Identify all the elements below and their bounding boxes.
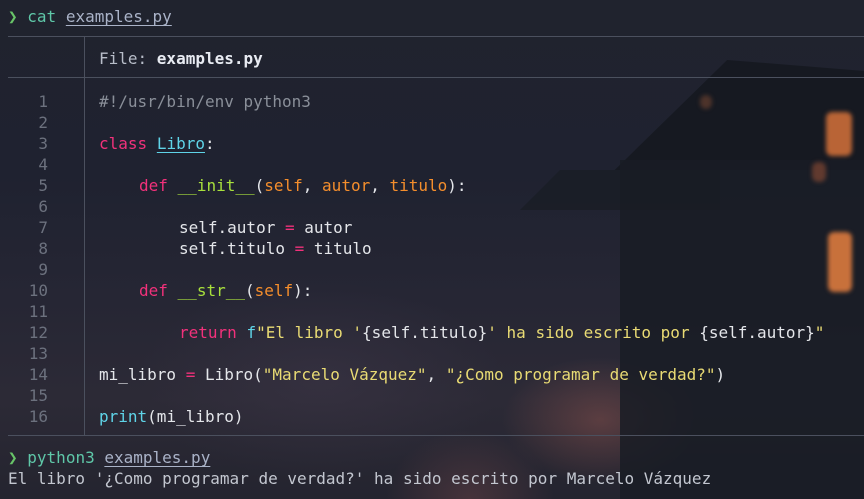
- parameter-token: self: [254, 281, 294, 300]
- code-text: titulo: [304, 239, 372, 258]
- fstring-expression-token: {self.titulo}: [362, 323, 488, 342]
- line-number: 6: [38, 197, 48, 216]
- operator-token: =: [185, 365, 196, 384]
- code-line-shebang: #!/usr/bin/env python3: [99, 91, 311, 112]
- punctuation-token: (: [244, 281, 255, 300]
- code-line-instance: mi_libro = Libro("Marcelo Vázquez", "¿Co…: [99, 364, 725, 385]
- string-token: "¿Como programar de verdad?": [445, 365, 716, 384]
- frame-bottom-border: [8, 435, 864, 436]
- gutter-separator: [84, 36, 85, 78]
- line-number: 5: [38, 176, 48, 195]
- punctuation-token: ):: [447, 176, 467, 195]
- line-number: 12: [28, 323, 48, 342]
- frame-top-border: [8, 36, 864, 37]
- line-number: 14: [28, 365, 48, 384]
- line-number: 7: [38, 218, 48, 237]
- string-token: ": [814, 323, 825, 342]
- string-token: ' ha sido escrito por: [487, 323, 700, 342]
- frame-header-border: [8, 77, 864, 78]
- code-text: self.autor: [179, 218, 285, 237]
- line-number: 3: [38, 134, 48, 153]
- comment-token: #!/usr/bin/env python3: [99, 92, 311, 111]
- line-number: 2: [38, 113, 48, 132]
- string-token: "El libro ': [256, 323, 363, 342]
- command-file-argument[interactable]: examples.py: [104, 448, 210, 467]
- line-number: 1: [38, 92, 48, 111]
- parameter-token: self: [264, 176, 303, 195]
- punctuation-token: ,: [426, 365, 446, 384]
- punctuation-token: ,: [370, 176, 390, 195]
- code-line-def-str: def __str__(self):: [139, 280, 312, 301]
- gutter-separator: [84, 78, 85, 435]
- keyword-token: class: [99, 134, 148, 153]
- code-line-return: return f"El libro '{self.titulo}' ha sid…: [179, 322, 824, 343]
- fstring-expression-token: {self.autor}: [699, 323, 815, 342]
- punctuation-token: ,: [302, 176, 323, 195]
- prompt-arrow-icon: ❯: [8, 7, 18, 26]
- function-name-token: __init__: [177, 176, 255, 195]
- terminal-window[interactable]: ❯ cat examples.py File: examples.py 1 2 …: [0, 0, 864, 499]
- command-file-argument[interactable]: examples.py: [66, 7, 172, 26]
- keyword-token: def: [139, 176, 168, 195]
- line-number: 13: [28, 344, 48, 363]
- punctuation-token: :: [204, 134, 215, 153]
- code-text: autor: [294, 218, 353, 237]
- fstring-prefix-token: f: [246, 323, 257, 342]
- line-number: 9: [38, 260, 48, 279]
- file-header-label: File:: [99, 49, 157, 68]
- code-text: mi_libro: [99, 365, 186, 384]
- prompt-arrow-icon: ❯: [8, 448, 18, 467]
- prompt-line-cat: ❯ cat examples.py: [8, 6, 172, 27]
- punctuation-token: (: [254, 176, 265, 195]
- punctuation-token: ):: [293, 281, 313, 300]
- code-text: self.titulo: [179, 239, 295, 258]
- code-text: (mi_libro): [147, 407, 244, 426]
- command-name: cat: [27, 7, 57, 26]
- keyword-token: return: [179, 323, 237, 342]
- function-name-token: __str__: [177, 281, 245, 300]
- code-line-def-init: def __init__(self, autor, titulo):: [139, 175, 467, 196]
- line-number: 16: [28, 407, 48, 426]
- prompt-line-python: ❯ python3 examples.py: [8, 447, 210, 468]
- code-line-class: class Libro:: [99, 133, 215, 154]
- file-header-filename: examples.py: [156, 49, 263, 68]
- parameter-token: titulo: [389, 176, 448, 195]
- file-header: File: examples.py: [99, 48, 263, 69]
- line-number: 15: [28, 386, 48, 405]
- code-text: Libro(: [195, 365, 263, 384]
- command-name: python3: [27, 448, 95, 467]
- punctuation-token: ): [715, 365, 726, 384]
- line-number: 4: [38, 155, 48, 174]
- code-line-print: print(mi_libro): [99, 406, 244, 427]
- operator-token: =: [294, 239, 305, 258]
- operator-token: =: [284, 218, 295, 237]
- program-output: El libro '¿Como programar de verdad?' ha…: [8, 469, 712, 488]
- line-number: 11: [28, 302, 48, 321]
- code-line-assign-titulo: self.titulo = titulo: [179, 238, 372, 259]
- class-name-token: Libro: [156, 134, 205, 153]
- keyword-token: def: [139, 281, 168, 300]
- code-line-assign-autor: self.autor = autor: [179, 217, 352, 238]
- line-number: 10: [28, 281, 48, 300]
- parameter-token: autor: [322, 176, 371, 195]
- string-token: "Marcelo Vázquez": [262, 365, 427, 384]
- builtin-token: print: [99, 407, 148, 426]
- line-number: 8: [38, 239, 48, 258]
